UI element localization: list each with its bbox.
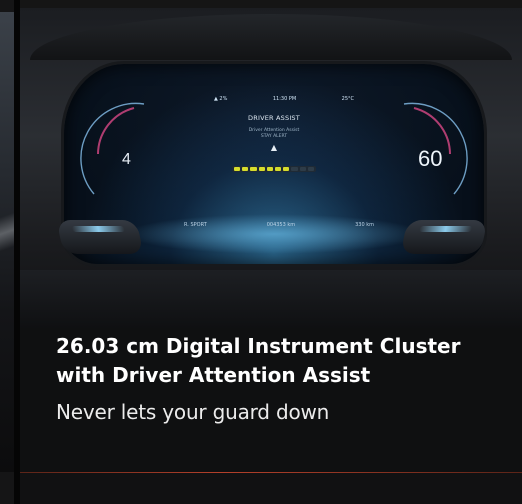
car-icon: ▲ <box>270 143 278 152</box>
lower-dashboard <box>20 270 522 328</box>
speedometer: 60 <box>364 94 474 214</box>
steering-trim-left <box>56 220 144 254</box>
previous-card-image <box>0 12 14 472</box>
cluster-hood <box>30 14 512 60</box>
attention-segment <box>234 167 241 171</box>
feature-card[interactable]: ▲ 2% 11:30 PM 25°C DRIVER ASSIST Driver … <box>20 0 522 504</box>
previous-card[interactable] <box>0 0 14 504</box>
attention-segment <box>307 167 315 171</box>
gear-indicator: 4 <box>122 151 131 168</box>
card-title-line2: with Driver Attention Assist <box>56 363 371 387</box>
attention-segment <box>250 167 257 171</box>
attention-segment <box>299 167 306 171</box>
status-time: 11:30 PM <box>272 96 297 102</box>
card-caption: 26.03 cm Digital Instrument Cluster with… <box>20 328 522 472</box>
instrument-cluster-photo: ▲ 2% 11:30 PM 25°C DRIVER ASSIST Driver … <box>20 8 522 328</box>
card-subtitle: Never lets your guard down <box>56 400 330 424</box>
attention-segment <box>291 167 298 171</box>
attention-segment <box>275 167 282 171</box>
driver-assist-subtitle: Driver Attention Assist STAY ALERT <box>204 128 344 140</box>
attention-segment <box>283 167 290 171</box>
odometer: 004353 km <box>266 222 296 228</box>
driver-assist-title: DRIVER ASSIST <box>248 114 300 122</box>
cluster-bottom-row: R. SPORT 004353 km 330 km <box>184 222 374 232</box>
card-title-line1: 26.03 cm Digital Instrument Cluster <box>56 334 461 358</box>
card-bottom-band <box>20 473 522 504</box>
card-title: 26.03 cm Digital Instrument Cluster with… <box>56 332 522 390</box>
card-top-strip <box>20 0 522 8</box>
driver-assist-line2: STAY ALERT <box>260 134 288 139</box>
status-temperature: 25°C <box>341 96 354 102</box>
screen-glow <box>124 214 424 254</box>
range-readout: 330 km <box>355 222 374 228</box>
steering-trim-right <box>400 220 488 254</box>
attention-segment <box>258 167 265 171</box>
attention-level-bar <box>232 166 316 172</box>
drive-mode: R. SPORT <box>184 222 207 228</box>
cluster-status-row: ▲ 2% 11:30 PM 25°C <box>214 94 354 104</box>
status-left: ▲ 2% <box>214 96 228 102</box>
attention-segment <box>266 167 274 171</box>
rpm-gauge: 4 <box>74 94 184 214</box>
speed-readout: 60 <box>418 146 443 171</box>
attention-segment <box>242 167 249 171</box>
